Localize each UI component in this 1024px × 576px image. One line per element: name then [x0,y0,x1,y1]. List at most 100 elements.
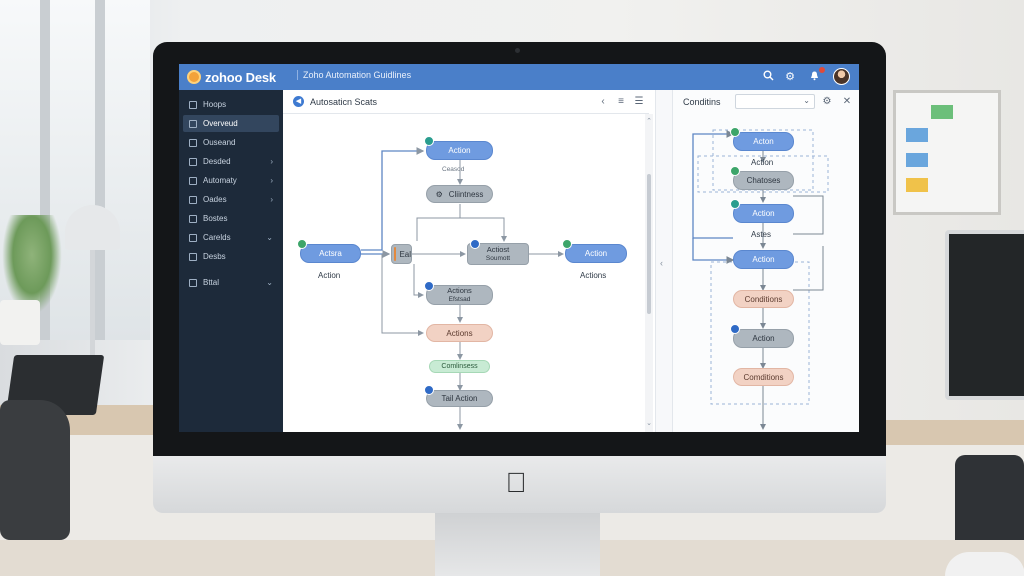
node-label: Actsra [319,249,342,258]
node-label: Action [752,255,775,264]
panel-node-action[interactable]: Acton [733,132,794,151]
node-status-icon [730,199,740,209]
gear-icon[interactable]: ⚙ [783,70,797,84]
app-screen: zohoo Desk Zoho Automation Guidlines ⚙ H… [179,64,859,432]
flow-node-tail-action[interactable]: Tail Action [426,390,493,407]
scroll-down-icon[interactable]: ⌄ [645,420,653,428]
panel-title: Conditins [683,97,721,107]
node-label: Actions [447,286,472,295]
sidebar-item-automaty[interactable]: Automaty › [183,172,279,189]
chevron-right-icon: › [270,176,273,185]
panel-node-action[interactable]: Action [733,329,794,348]
node-label: Comlinsess [441,363,478,370]
sidebar-item-bttal[interactable]: Bttal ⌄ [183,274,279,291]
sidebar-item-label: Carelds [203,233,231,242]
node-status-icon [470,239,480,249]
list-view-icon[interactable]: ≡ [615,95,627,108]
sidebar-item-overveud[interactable]: Overveud [183,115,279,132]
flow-node-action[interactable]: Actsra [300,244,361,263]
node-caption: Action [318,271,341,280]
panel-node-action[interactable]: Action [733,204,794,223]
panel-node-conditions[interactable]: Comditions [733,368,794,386]
back-icon[interactable]: ◀ [293,96,304,107]
canvas-header: ◀ Autosaticn Scats ‹ ≡ ☰ [283,90,649,114]
chevron-left-icon[interactable]: ‹ [597,95,609,108]
node-label: Action [448,146,471,155]
sidebar-item-carelds[interactable]: Carelds ⌄ [183,229,279,246]
app-logo[interactable]: zohoo Desk [187,68,276,86]
sidebar-item-label: Bostes [203,214,228,223]
sidebar-item-oades[interactable]: Oades › [183,191,279,208]
mouse [945,552,1024,576]
board-note [931,105,953,119]
automation-icon [189,176,197,185]
node-status-icon [424,281,434,291]
scroll-up-icon[interactable]: ⌃ [645,118,653,126]
node-caption: Astes [751,230,772,239]
node-status-icon [730,324,740,334]
sidebar-item-label: Oades [203,195,227,204]
node-label: Tail Action [441,394,478,403]
node-status-icon [730,166,740,176]
sidebar-item-label: Automaty [203,176,237,185]
node-label: Chatoses [746,176,781,185]
chevron-down-icon: ⌄ [266,233,273,242]
workflow-canvas[interactable]: Action Ceasod ⚙ Cliintness Actsra Action … [283,114,645,432]
breadcrumb[interactable]: Zoho Automation Guidlines [297,70,411,80]
top-bar: zohoo Desk Zoho Automation Guidlines ⚙ [179,64,859,90]
chevron-down-icon: ⌄ [803,96,810,105]
sidebar-item-label: Overveud [203,119,238,128]
flow-node-action[interactable]: Actions Efstsad [426,285,493,305]
sidebar-item-desbs[interactable]: Desbs [183,248,279,265]
page-title: Autosaticn Scats [310,97,378,107]
desk [880,420,1024,445]
conditions-select[interactable]: ⌄ [735,94,815,109]
panel-node-action[interactable]: Action [733,250,794,269]
canvas-scrollbar[interactable]: ⌃ ⌄ [645,114,653,432]
flow-node-eal[interactable]: Eal [391,244,412,264]
user-avatar[interactable] [833,68,850,85]
sidebar-item-ouseand[interactable]: Ouseand [183,134,279,151]
menu-icon[interactable]: ☰ [633,95,645,108]
board-note [906,178,928,192]
logo-text: zohoo Desk [205,69,276,85]
flow-node-action[interactable]: Action [426,141,493,160]
node-label: Action [752,209,775,218]
panel-node-conditions[interactable]: Chatoses [733,171,794,190]
list-icon [189,195,197,204]
close-icon[interactable]: ✕ [841,95,853,108]
document-icon [189,214,197,223]
home-icon [189,100,197,109]
node-caption: Actions [580,271,607,280]
conditions-flow[interactable]: Acton Action Chatoses Action Astes Actio… [673,114,859,432]
chevron-right-icon: › [270,195,273,204]
flow-node-actions[interactable]: Actions [426,324,493,342]
board-note [906,153,928,167]
scroll-thumb[interactable] [647,174,651,314]
sidebar-item-desded[interactable]: Desded › [183,153,279,170]
camera [515,48,520,53]
background-monitor [945,230,1024,400]
wall-board [893,90,1001,215]
sidebar-item-label: Bttal [203,278,220,287]
chevron-right-icon: › [270,157,273,166]
node-sublabel: Efstsad [448,296,471,303]
board-note [906,128,928,142]
plant-pot [0,300,40,345]
panel-node-conditions[interactable]: Conditions [733,290,794,308]
node-status-icon [730,127,740,137]
panel-splitter[interactable]: ‹ [655,90,673,432]
chevron-down-icon: ⌄ [266,278,273,287]
folder-icon [189,157,197,166]
sidebar-item-bostes[interactable]: Bostes [183,210,279,227]
gear-icon: ⚙ [435,189,443,199]
gear-icon[interactable]: ⚙ [821,95,833,108]
zoho-logo-icon [187,70,201,84]
collapse-left-icon[interactable]: ‹ [660,258,663,268]
notification-badge [819,67,825,73]
search-icon[interactable] [761,70,775,84]
flow-node-action[interactable]: Action [565,244,627,263]
flow-node-conditions[interactable]: Comlinsess [429,360,490,373]
flow-node-conditions[interactable]: ⚙ Cliintness [426,185,493,203]
sidebar-item-hoops[interactable]: Hoops [183,96,279,113]
